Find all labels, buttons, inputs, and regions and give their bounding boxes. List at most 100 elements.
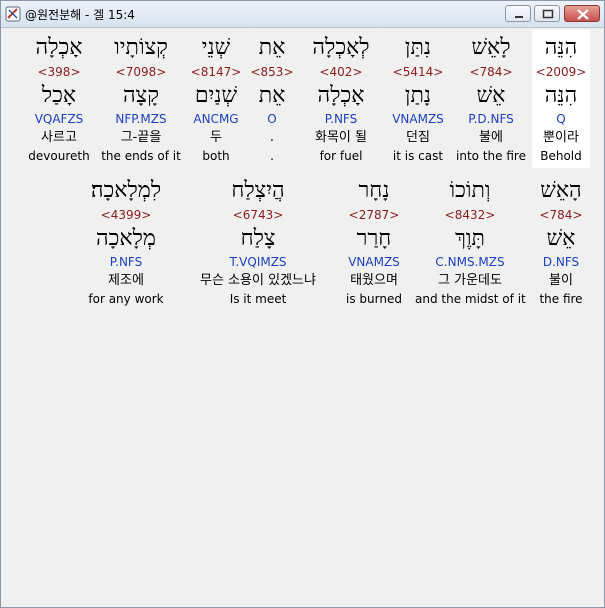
hebrew-word: שְׁנֵי	[201, 35, 231, 60]
morphology-code: D.NFS	[542, 255, 580, 269]
word-column[interactable]: הָאֵשׁ <784> אֵשׁ D.NFS 불이 the fire	[532, 173, 590, 311]
english-gloss: into the fire	[456, 149, 526, 163]
korean-gloss: 불에	[479, 130, 503, 145]
word-column[interactable]: לְאָכְלָה <402> אָכְלָה P.NFS 화목이 될 for …	[299, 30, 383, 168]
lexical-form: חָרַר	[356, 226, 392, 251]
word-column[interactable]: לִמְלָאכָה׃ <4399> מְלָאכָה P.NFS 제조에 fo…	[77, 173, 175, 311]
korean-gloss: 불이	[549, 273, 573, 288]
title-bar[interactable]: @원전분해 - 겔 15:4	[1, 1, 604, 28]
hebrew-word: וְתוֹכוֹ	[449, 178, 491, 203]
morphology-code: ANCMG	[193, 112, 239, 126]
morphology-code: VNAMZS	[392, 112, 444, 126]
korean-gloss: 두	[210, 130, 222, 145]
maximize-button[interactable]	[534, 5, 560, 22]
hebrew-word: לִמְלָאכָה׃	[90, 178, 162, 203]
morphology-code: P.NFS	[324, 112, 358, 126]
hebrew-word: לְאָכְלָה	[312, 35, 370, 60]
lexical-form: נָתַן	[404, 83, 432, 108]
english-gloss: it is cast	[392, 149, 444, 163]
hebrew-word: נָחָר	[358, 178, 390, 203]
lexical-form: צָלַח	[240, 226, 276, 251]
minimize-button[interactable]	[505, 5, 531, 22]
morphology-code: C.NMS.MZS	[435, 255, 505, 269]
korean-gloss: 태웠으며	[350, 273, 398, 288]
english-gloss: is burned	[346, 292, 402, 306]
korean-gloss: 제조에	[108, 273, 144, 288]
morphology-code: NFP.MZS	[115, 112, 167, 126]
word-column[interactable]: וְתוֹכוֹ <8432> תָּוֶךְ C.NMS.MZS 그 가운데도…	[415, 173, 526, 311]
korean-gloss: 그-끝을	[120, 130, 162, 145]
app-window: @원전분해 - 겔 15:4 הִנֵּה <2009> הִנֵּה Q 뿐이…	[0, 0, 605, 608]
word-column[interactable]: שְׁנֵי <8147> שְׁנַיִם ANCMG 두 both	[187, 30, 245, 168]
lexical-form: קָצָה	[123, 83, 159, 108]
close-icon	[577, 9, 589, 20]
morphology-code: VQAFZS	[34, 112, 84, 126]
lexical-form: אֵשׁ	[476, 83, 506, 108]
korean-gloss: .	[269, 130, 275, 145]
hebrew-word: קְצוֹתָיו	[114, 35, 168, 60]
hebrew-word: אֵת	[258, 35, 286, 60]
hebrew-word: נִתַּן	[404, 35, 432, 60]
minimize-icon	[515, 16, 523, 18]
lexical-form: שְׁנַיִם	[194, 83, 238, 108]
lexical-form: הִנֵּה	[544, 83, 578, 108]
morphology-code: T.VQIMZS	[229, 255, 287, 269]
lexical-form: תָּוֶךְ	[455, 226, 485, 251]
analysis-content: הִנֵּה <2009> הִנֵּה Q 뿐이라 Behold לָאֵשׁ…	[1, 28, 604, 607]
morphology-code: Q	[556, 112, 566, 126]
strong-number: <2009>	[535, 65, 587, 79]
korean-gloss: 화목이 될	[315, 130, 367, 145]
korean-gloss: 무슨 소용이 있겠느냐	[200, 273, 316, 288]
word-column[interactable]: הִנֵּה <2009> הִנֵּה Q 뿐이라 Behold	[532, 30, 590, 168]
english-gloss: and the midst of it	[415, 292, 526, 306]
strong-number: <784>	[539, 208, 583, 222]
strong-number: <398>	[37, 65, 81, 79]
word-column[interactable]: לָאֵשׁ <784> אֵשׁ P.D.NFS 불에 into the fi…	[453, 30, 529, 168]
word-column[interactable]: נָחָר <2787> חָרַר VNAMZS 태웠으며 is burned	[339, 173, 409, 311]
strong-number: <8432>	[444, 208, 496, 222]
hebrew-word: אָכְלָה	[35, 35, 83, 60]
word-column[interactable]: נִתַּן <5414> נָתַן VNAMZS 던짐 it is cast	[386, 30, 450, 168]
english-gloss: both	[202, 149, 230, 163]
word-column[interactable]: אָכְלָה <398> אָכַל VQAFZS 사르고 devoureth	[23, 30, 95, 168]
app-icon	[5, 6, 21, 22]
korean-gloss: 사르고	[41, 130, 77, 145]
strong-number: <7098>	[115, 65, 167, 79]
morphology-code: VNAMZS	[348, 255, 400, 269]
strong-number: <4399>	[100, 208, 152, 222]
english-gloss: for any work	[88, 292, 164, 306]
hebrew-word: לָאֵשׁ	[471, 35, 511, 60]
korean-gloss: 뿐이라	[543, 130, 579, 145]
word-column[interactable]: אֵת <853> אֵת O . .	[249, 30, 295, 168]
english-gloss: devoureth	[28, 149, 90, 163]
morphology-code: P.NFS	[109, 255, 143, 269]
english-gloss: the ends of it	[101, 149, 181, 163]
strong-number: <2787>	[348, 208, 400, 222]
close-button[interactable]	[564, 5, 600, 22]
strong-number: <853>	[250, 65, 294, 79]
hebrew-word: הֲיִצְלַח	[231, 178, 285, 203]
word-column[interactable]: הֲיִצְלַח <6743> צָלַח T.VQIMZS 무슨 소용이 있…	[183, 173, 333, 311]
strong-number: <784>	[469, 65, 513, 79]
lexical-form: אֵשׁ	[546, 226, 576, 251]
strong-number: <6743>	[232, 208, 284, 222]
lexical-form: אָכְלָה	[317, 83, 365, 108]
hebrew-word: הִנֵּה	[544, 35, 578, 60]
korean-gloss: 그 가운데도	[438, 273, 502, 288]
english-gloss: the fire	[539, 292, 583, 306]
english-gloss: Is it meet	[229, 292, 287, 306]
english-gloss: Behold	[540, 149, 582, 163]
strong-number: <8147>	[190, 65, 242, 79]
lexical-form: אָכַל	[41, 83, 77, 108]
word-column[interactable]: קְצוֹתָיו <7098> קָצָה NFP.MZS 그-끝을 the …	[99, 30, 183, 168]
lexical-form: אֵת	[258, 83, 286, 108]
korean-gloss: 던짐	[406, 130, 430, 145]
hebrew-word: הָאֵשׁ	[540, 178, 582, 203]
morphology-code: O	[267, 112, 277, 126]
maximize-icon	[542, 9, 554, 19]
english-gloss: for fuel	[319, 149, 363, 163]
lexical-form: מְלָאכָה	[96, 226, 156, 251]
english-gloss: .	[270, 149, 274, 163]
morphology-code: P.D.NFS	[468, 112, 514, 126]
window-title: @원전분해 - 겔 15:4	[25, 8, 135, 22]
